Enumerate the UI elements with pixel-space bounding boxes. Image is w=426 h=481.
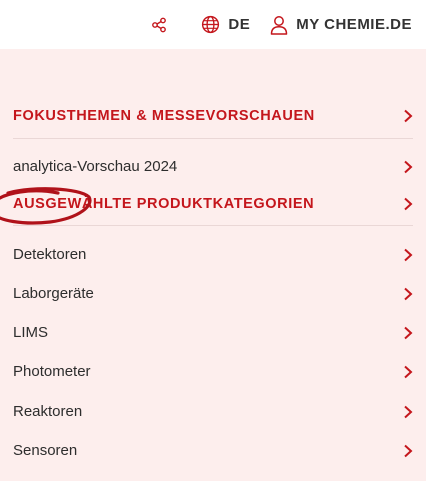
section-product-categories-label: AUSGEWÄHLTE PRODUKTKATEGORIEN	[13, 195, 315, 212]
chevron-right-icon	[404, 287, 413, 300]
menu-item-reaktoren[interactable]: Reaktoren	[13, 392, 413, 431]
chevron-right-icon	[404, 365, 413, 378]
chevron-right-icon	[404, 160, 413, 173]
menu-item-label: Sensoren	[13, 442, 78, 459]
divider	[13, 225, 413, 226]
section-focus-topics[interactable]: FOKUSTHEMEN & MESSEVORSCHAUEN	[13, 96, 413, 135]
menu-item-label: Laborgeräte	[13, 285, 94, 302]
menu-item-lims[interactable]: LIMS	[13, 313, 413, 352]
chevron-right-icon	[404, 326, 413, 339]
user-icon	[271, 15, 288, 35]
section-focus-topics-label: FOKUSTHEMEN & MESSEVORSCHAUEN	[13, 107, 315, 124]
language-switcher[interactable]: DE	[201, 15, 250, 34]
chevron-right-icon	[404, 109, 413, 122]
menu-item-label: LIMS	[13, 324, 49, 341]
chevron-right-icon	[404, 405, 413, 418]
chevron-right-icon	[404, 444, 413, 457]
menu-item-label: Detektoren	[13, 246, 87, 263]
menu-item-sensoren[interactable]: Sensoren	[13, 431, 413, 470]
language-label: DE	[228, 16, 251, 33]
menu-item-laborgeraete[interactable]: Laborgeräte	[13, 274, 413, 313]
menu-item-analytica[interactable]: analytica-Vorschau 2024	[13, 147, 413, 186]
menu-item-label: Photometer	[13, 363, 91, 380]
chevron-right-icon	[404, 248, 413, 261]
menu-item-label: Reaktoren	[13, 403, 83, 420]
account-label: MY CHEMIE.DE	[296, 16, 412, 33]
top-bar: DE MY CHEMIE.DE	[0, 0, 426, 49]
globe-icon	[202, 15, 220, 34]
section-product-categories[interactable]: AUSGEWÄHLTE PRODUKTKATEGORIEN	[13, 184, 413, 223]
menu-item-detektoren[interactable]: Detektoren	[13, 235, 413, 274]
chevron-right-icon	[404, 197, 413, 210]
divider	[13, 138, 413, 139]
menu-item-photometer[interactable]: Photometer	[13, 352, 413, 391]
my-account-link[interactable]: MY CHEMIE.DE	[270, 15, 412, 35]
share-button[interactable]	[151, 17, 167, 33]
share-icon	[152, 17, 167, 32]
menu-item-label: analytica-Vorschau 2024	[13, 158, 178, 175]
